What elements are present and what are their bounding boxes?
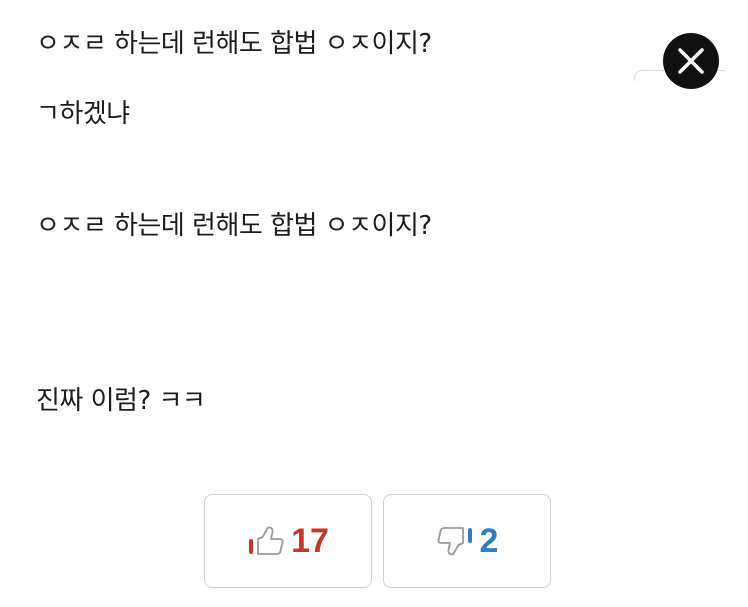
close-button[interactable] — [663, 33, 719, 89]
thumbs-up-icon — [247, 524, 287, 558]
downvote-button[interactable]: 2 — [383, 494, 551, 588]
thumbs-down-icon — [436, 524, 476, 558]
post-text-line: ㅇㅈㄹ 하는데 런해도 합법 ㅇㅈ이지? — [36, 211, 432, 241]
post-text-line: ㄱ하겠냐 — [36, 99, 130, 129]
upvote-button[interactable]: 17 — [204, 494, 372, 588]
post-text-line: 진짜 이럼? ㅋㅋ — [36, 386, 206, 416]
post-view: ㅇㅈㄹ 하는데 런해도 합법 ㅇㅈ이지? ㄱ하겠냐 ㅇㅈㄹ 하는데 런해도 합법… — [0, 0, 748, 607]
upvote-count: 17 — [291, 522, 329, 560]
close-icon — [678, 48, 704, 74]
downvote-count: 2 — [479, 522, 499, 560]
post-text-line: ㅇㅈㄹ 하는데 런해도 합법 ㅇㅈ이지? — [36, 29, 432, 59]
